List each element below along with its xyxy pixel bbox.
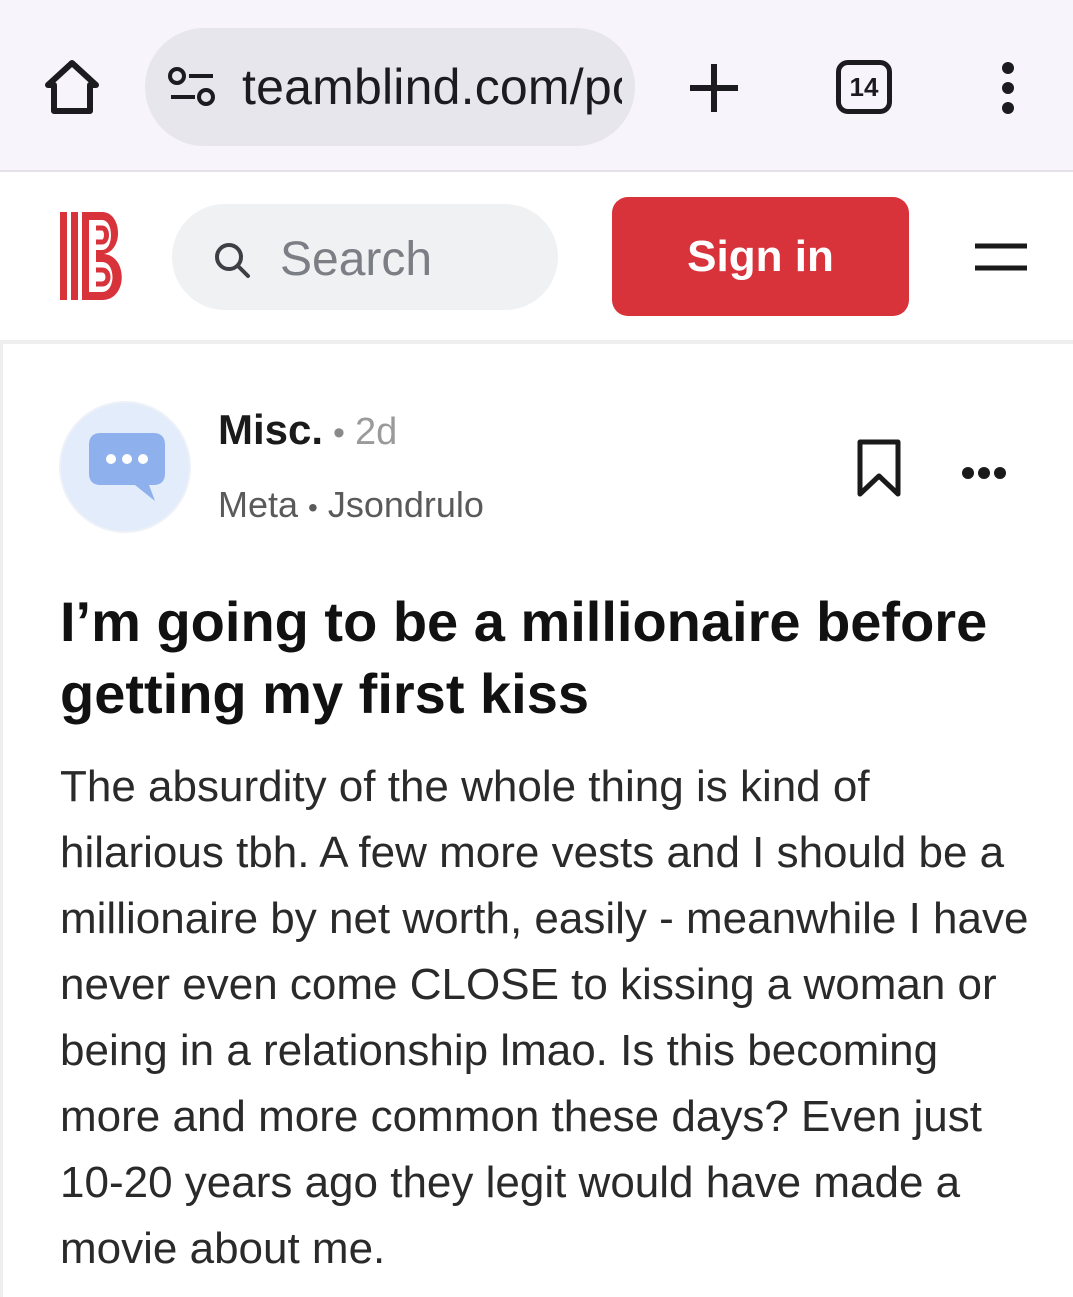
search-icon [215, 243, 250, 278]
chat-bubble-icon [89, 433, 165, 501]
hamburger-menu-icon[interactable] [975, 242, 1027, 272]
tab-switcher-button[interactable]: 14 [836, 60, 892, 114]
post-age: 2d [354, 411, 398, 453]
bookmark-icon[interactable] [855, 438, 903, 498]
separator: • [308, 492, 318, 523]
more-vert-icon[interactable] [995, 60, 1021, 116]
channel-name[interactable]: Misc. [218, 406, 323, 453]
channel-avatar[interactable] [59, 401, 191, 533]
url-bar[interactable]: teamblind.com/po [145, 28, 635, 146]
more-horiz-icon[interactable] [961, 466, 1007, 480]
home-icon[interactable] [40, 55, 104, 119]
site-header: Search Sign in [0, 174, 1073, 344]
tab-count: 14 [849, 71, 879, 102]
author-line: Meta • Jsondrulo [218, 484, 484, 526]
post-title: I’m going to be a millionaire before get… [60, 590, 988, 725]
sign-in-button[interactable]: Sign in [612, 197, 909, 316]
new-tab-icon[interactable] [686, 60, 742, 116]
author-name: Jsondrulo [327, 484, 484, 525]
channel-line: Misc. • 2d [218, 406, 397, 454]
post-card: Misc. • 2d Meta • Jsondrulo I’m going to be … [0, 344, 1073, 1297]
browser-toolbar: teamblind.com/po 14 [0, 0, 1073, 172]
company-name[interactable]: Meta [218, 484, 298, 525]
search-placeholder: Search [280, 233, 433, 286]
site-info-icon[interactable] [167, 66, 217, 108]
post-body: The absurdity of the whole thing is kind… [60, 762, 1029, 1273]
blind-logo-icon[interactable] [58, 210, 130, 302]
url-text: teamblind.com/po [242, 59, 622, 115]
search-input[interactable]: Search [172, 204, 558, 310]
separator: • [333, 414, 345, 452]
